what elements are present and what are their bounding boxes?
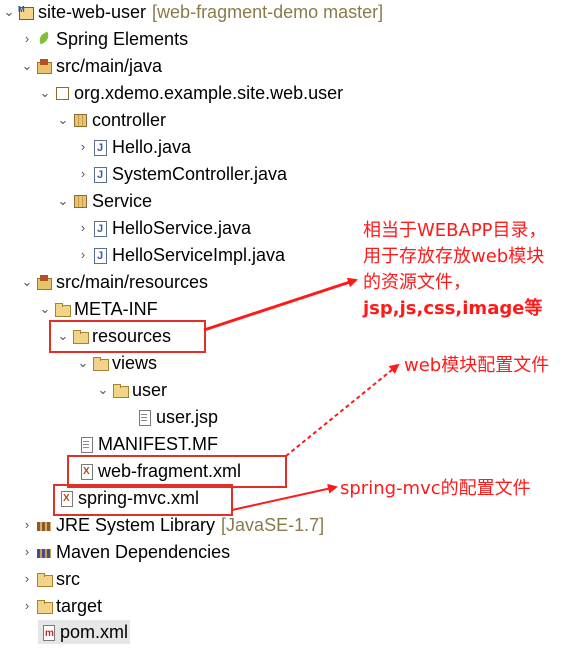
annotation-arrows xyxy=(203,277,400,511)
arrow-web-fragment xyxy=(285,363,400,457)
arrow-resources xyxy=(203,277,358,332)
annotation-resources-note: 相当于WEBAPP目录， 用于存放存放web模块 的资源文件， jsp,js,c… xyxy=(363,218,547,322)
annotation-fragment-note: web模块配置文件 xyxy=(404,355,550,376)
arrow-spring-mvc xyxy=(231,483,338,511)
note-line: 用于存放存放web模块 xyxy=(363,246,545,267)
note-line: 相当于WEBAPP目录， xyxy=(363,220,547,241)
note-line: 的资源文件， xyxy=(363,272,471,293)
annotation-mvc-note: spring-mvc的配置文件 xyxy=(340,478,531,499)
note-line: jsp,js,css,image等 xyxy=(363,298,543,319)
